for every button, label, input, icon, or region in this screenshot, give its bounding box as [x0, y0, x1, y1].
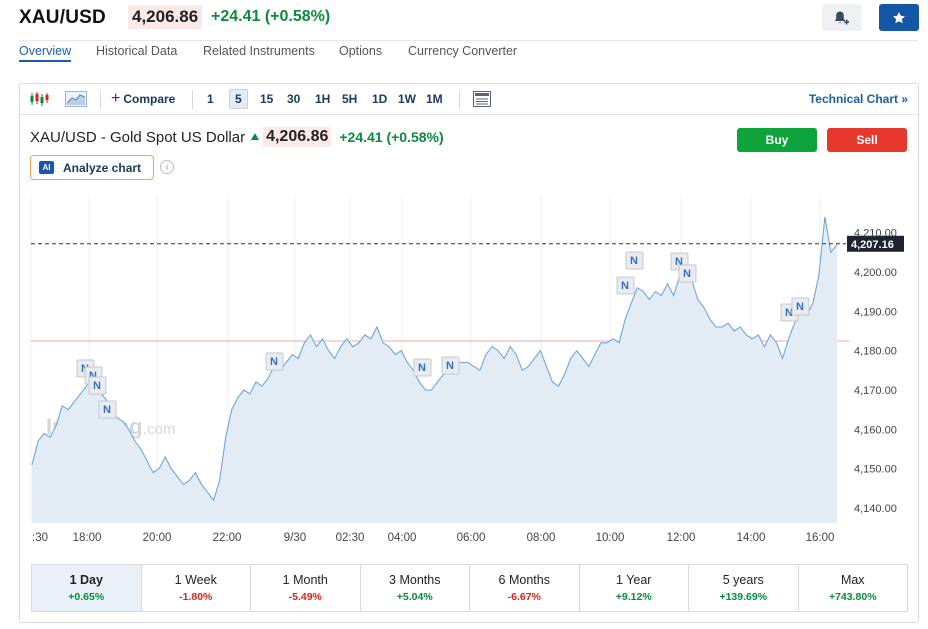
y-tick-label: 4,180.00: [854, 346, 897, 358]
x-tick-label: 10:00: [596, 532, 625, 544]
news-marker: N: [441, 356, 460, 375]
period-change: -6.67%: [507, 591, 541, 603]
period-1-day[interactable]: 1 Day +0.65%: [32, 565, 142, 611]
x-tick-label: 9/30: [284, 532, 306, 544]
news-marker-label: N: [270, 356, 278, 368]
instrument-tabs: Overview Historical Data Related Instrum…: [0, 40, 928, 64]
period-change: +743.80%: [828, 591, 877, 603]
period-1-week[interactable]: 1 Week -1.80%: [142, 565, 251, 611]
period-max[interactable]: Max +743.80%: [799, 565, 908, 611]
period-label: 1 Month: [282, 573, 328, 587]
period-6-months[interactable]: 6 Months -6.67%: [470, 565, 580, 611]
news-marker-label: N: [103, 404, 111, 416]
chart-card: + Compare 1 5 15 30 1H 5H 1D 1W 1M Techn…: [19, 83, 919, 623]
tab-related-instruments[interactable]: Related Instruments: [203, 44, 315, 58]
x-tick-label: 16:00: [806, 532, 835, 544]
last-price-label: 4,207.16: [851, 239, 894, 251]
period-label: 1 Year: [616, 573, 652, 587]
news-marker: N: [791, 297, 810, 316]
period-1-year[interactable]: 1 Year +9.12%: [580, 565, 689, 611]
tab-historical-data[interactable]: Historical Data: [96, 44, 177, 58]
x-tick-label: 22:00: [213, 532, 242, 544]
news-marker-label: N: [418, 362, 426, 374]
y-tick-label: 4,140.00: [854, 503, 897, 515]
x-tick-label: :30: [32, 532, 48, 544]
news-marker-label: N: [796, 301, 804, 313]
quote-header: XAU/USD 4,206.86 +24.41 (+0.58%): [0, 0, 928, 36]
period-3-months[interactable]: 3 Months +5.04%: [361, 565, 470, 611]
news-marker: N: [98, 400, 117, 419]
period-change: -1.80%: [179, 591, 213, 603]
period-5-years[interactable]: 5 years +139.69%: [689, 565, 799, 611]
news-marker: N: [265, 352, 284, 371]
investing-watermark-suffix: .com: [143, 421, 176, 438]
add-alert-button[interactable]: [822, 4, 862, 31]
x-tick-label: 02:30: [336, 532, 365, 544]
last-price: 4,206.86: [128, 5, 203, 29]
y-tick-label: 4,160.00: [854, 424, 897, 436]
period-label: 3 Months: [389, 573, 441, 587]
bell-plus-icon: [834, 11, 850, 24]
x-tick-label: 12:00: [667, 532, 696, 544]
y-tick-label: 4,200.00: [854, 267, 897, 279]
news-marker-label: N: [630, 255, 638, 267]
period-change: -5.49%: [288, 591, 322, 603]
y-tick-label: 4,190.00: [854, 306, 897, 318]
period-change: +9.12%: [615, 591, 652, 603]
news-marker: N: [413, 358, 432, 377]
x-tick-label: 08:00: [527, 532, 556, 544]
y-tick-label: 4,210.00: [854, 228, 897, 240]
y-tick-label: 4,170.00: [854, 385, 897, 397]
period-label: Max: [840, 573, 865, 587]
price-chart[interactable]: Investing.com4,207.164,210.004,200.004,1…: [20, 84, 918, 562]
tab-options[interactable]: Options: [339, 44, 382, 58]
tabs-divider: [18, 40, 918, 41]
period-label: 1 Day: [69, 573, 103, 587]
performance-periods: 1 Day +0.65% 1 Week -1.80% 1 Month -5.49…: [31, 564, 908, 612]
news-marker: N: [625, 251, 644, 270]
star-icon: [893, 11, 905, 23]
news-marker-label: N: [93, 380, 101, 392]
instrument-symbol: XAU/USD: [19, 7, 106, 28]
news-marker: N: [678, 264, 697, 283]
period-change: +0.65%: [68, 591, 105, 603]
price-change: +24.41 (+0.58%): [211, 8, 331, 25]
tab-currency-converter[interactable]: Currency Converter: [408, 44, 517, 58]
news-marker-label: N: [446, 360, 454, 372]
tab-overview[interactable]: Overview: [19, 44, 72, 62]
news-marker-label: N: [683, 268, 691, 280]
y-tick-label: 4,150.00: [854, 464, 897, 476]
watchlist-button[interactable]: [879, 4, 919, 31]
period-label: 6 Months: [498, 573, 550, 587]
period-label: 5 years: [722, 573, 764, 587]
x-tick-label: 04:00: [388, 532, 417, 544]
period-change: +139.69%: [719, 591, 768, 603]
x-tick-label: 18:00: [73, 532, 102, 544]
period-1-month[interactable]: 1 Month -5.49%: [251, 565, 361, 611]
price-area: [32, 216, 837, 523]
x-tick-label: 20:00: [143, 532, 172, 544]
x-tick-label: 06:00: [457, 532, 486, 544]
period-label: 1 Week: [174, 573, 217, 587]
news-marker: N: [88, 376, 107, 395]
news-marker-label: N: [621, 280, 629, 292]
news-marker: N: [616, 276, 635, 295]
period-change: +5.04%: [396, 591, 433, 603]
x-tick-label: 14:00: [737, 532, 766, 544]
